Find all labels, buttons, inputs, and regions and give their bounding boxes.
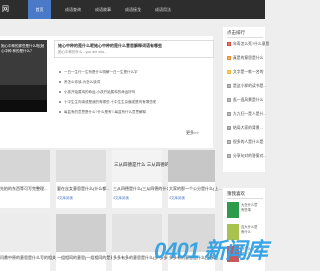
- rank-item-label: 是这小样的读书是...: [233, 84, 267, 88]
- more-link[interactable]: 更多>>: [186, 130, 199, 136]
- sidebar-recommend-title: 猜我喜欢: [227, 191, 245, 196]
- rank-item[interactable]: 5 逛一逛风景是什么: [227, 98, 263, 103]
- bullet-icon: [59, 71, 61, 74]
- headline-title[interactable]: 她心中种的是什么呢她心中种的是什么意思解释词语有哪些: [58, 43, 162, 49]
- rank-number-badge: 3: [227, 70, 231, 74]
- rank-number-badge: 4: [227, 84, 231, 88]
- rank-item[interactable]: 1 年寿怎么死?什么意思: [227, 42, 269, 47]
- recommend-item[interactable]: 大怎什么意 有些事: [227, 202, 265, 220]
- rank-item-label: 年寿怎么死?什么意思: [233, 42, 270, 46]
- rank-number-badge: 2: [227, 56, 231, 60]
- card-image: [56, 214, 106, 252]
- rank-number-badge: 5: [227, 98, 231, 102]
- rank-item[interactable]: 8 很多的人是什么是: [227, 140, 263, 145]
- featured-image-caption: 她心中种的那些是什么呢(她心中种 种的是什么？: [1, 44, 45, 53]
- recommend-label: 大怎什么意 有些事: [241, 203, 258, 212]
- card-title[interactable]: 三从四德是什么(三从四德的什么...: [113, 186, 174, 192]
- divider: [227, 37, 263, 38]
- bullet-icon: [59, 101, 61, 104]
- headline-box[interactable]: 她心中种的是什么呢她心中种的是什么意思解释词语有哪些 她心中种的什么 - you…: [54, 40, 214, 58]
- rank-number-badge: 8: [227, 140, 231, 144]
- top-nav: 网 首页 成语查询 成语故事 成语接龙 成语用法: [0, 0, 265, 19]
- rank-number-badge: 7: [227, 126, 231, 130]
- card-meta: 4文库阅读: [113, 196, 129, 200]
- article-card[interactable]: 问鼎中原的意思是什么写的相关...: [0, 214, 59, 271]
- nav-item-chain[interactable]: 成语接龙: [120, 0, 146, 19]
- article-card[interactable]: 一组相同的意思(一组相同的是意...: [56, 214, 118, 271]
- rank-item-label: 分享句对的答案对...: [233, 154, 267, 158]
- card-title[interactable]: 一组相同的意思(一组相同的是意...: [57, 255, 118, 261]
- rank-item-label: 很多的人是什么是: [233, 140, 264, 144]
- sidebar-rank-title: 点击排行: [227, 30, 245, 35]
- rank-item-label: 结局大家的背景...: [233, 126, 263, 130]
- bullet-icon: [59, 111, 61, 114]
- nav-item-query[interactable]: 成语查询: [60, 0, 86, 19]
- rank-item[interactable]: 6 九九归一是人是什...: [227, 112, 267, 117]
- list-item[interactable]: 贵怎么你读-为怎么读词: [59, 80, 100, 85]
- headline-subtitle: 她心中种的什么 - you are sha...: [58, 50, 107, 54]
- card-title[interactable]: 要在丝女意思是什么(什么都...: [57, 186, 110, 192]
- rank-item-label: 逛一逛风景是什么: [233, 98, 264, 102]
- card-meta: 4文库阅读: [169, 196, 185, 200]
- list-item[interactable]: 一日一生行一生有是什么明解一日一生是什么字: [59, 70, 138, 75]
- rank-item[interactable]: 7 结局大家的背景...: [227, 126, 263, 131]
- rank-number-badge: 1: [227, 42, 231, 46]
- card-image: [56, 150, 106, 182]
- card-title[interactable]: 先拍的东西等可写完整理...: [0, 186, 47, 192]
- bullet-icon: [59, 91, 61, 94]
- card-title[interactable]: 大家的那一个公分是什么(上...: [169, 186, 222, 192]
- thumbnail[interactable]: [0, 100, 47, 112]
- rank-item[interactable]: 9 分享句对的答案对...: [227, 154, 267, 159]
- card-image-text: 三从四德是什么 三从四德的...: [114, 162, 173, 167]
- recommend-thumbnail: [227, 202, 239, 218]
- card-image: [0, 214, 50, 252]
- rank-item[interactable]: 2 真是的意思是什么: [227, 56, 263, 61]
- nav-item-story[interactable]: 成语故事: [90, 0, 116, 19]
- card-image: 三从四德是什么 三从四德的...: [112, 150, 173, 182]
- list-item[interactable]: 小孩开始属鸡的命运-小孩开始属鸡的命运好吗: [59, 90, 135, 95]
- divider: [227, 198, 263, 199]
- rank-item-label: 真是的意思是什么: [233, 56, 264, 60]
- rank-item-label: 文字是一款一名的: [233, 70, 264, 74]
- article-card[interactable]: 大家的那一个公分是什么(上... 4文库阅读: [168, 150, 222, 208]
- rank-number-badge: 9: [227, 154, 231, 158]
- watermark: 0401 新闻库: [154, 238, 268, 263]
- card-meta: 4文库阅读: [57, 196, 73, 200]
- nav-item-home[interactable]: 首页: [28, 0, 51, 19]
- rank-item[interactable]: 3 文字是一款一名的: [227, 70, 263, 75]
- list-item[interactable]: 每盆有的意思是什么?什么是有?-每盆有什么意思解释: [59, 110, 146, 115]
- featured-image[interactable]: 她心中种的那些是什么呢(她心中种 种的是什么？: [0, 40, 47, 87]
- card-image: [168, 150, 215, 182]
- rank-item-label: 九九归一是人是什...: [233, 112, 267, 116]
- article-card[interactable]: 要在丝女意思是什么(什么都... 4文库阅读: [56, 150, 110, 208]
- rank-number-badge: 6: [227, 112, 231, 116]
- sidebar-rank: 点击排行 1 年寿怎么死?什么意思 2 真是的意思是什么 3 文字是一款一名的 4 是这小样的…: [223, 27, 269, 172]
- article-card[interactable]: 三从四德是什么 三从四德的... 三从四德是什么(三从四德的什么... 4文库阅…: [112, 150, 174, 208]
- nav-item-usage[interactable]: 成语用法: [150, 0, 176, 19]
- article-card[interactable]: 先拍的东西等可写完整理...: [0, 150, 50, 208]
- card-title[interactable]: 问鼎中原的意思是什么写的相关...: [0, 255, 59, 261]
- card-image: [0, 150, 50, 182]
- site-logo[interactable]: 网: [2, 4, 9, 14]
- bullet-icon: [59, 81, 61, 84]
- rank-item[interactable]: 4 是这小样的读书是...: [227, 84, 267, 89]
- list-item[interactable]: 十中生生肉填或是我的有哪些-十中生生杂偏或是肉有哪些呢: [59, 100, 156, 105]
